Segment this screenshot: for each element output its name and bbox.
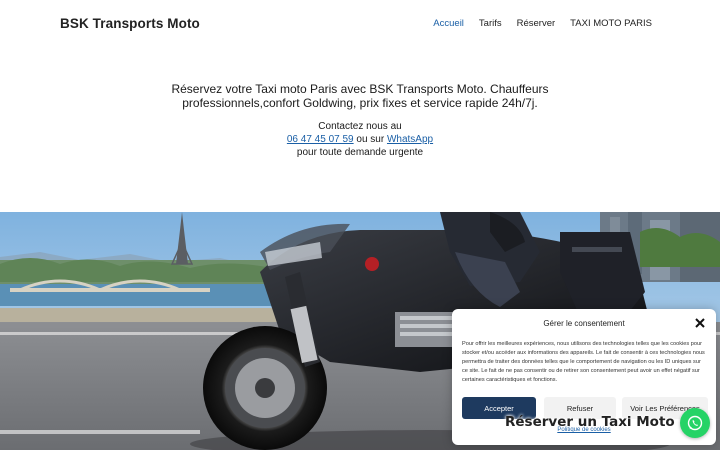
nav-taxi-moto-paris[interactable]: TAXI MOTO PARIS [570,18,652,29]
reserve-taxi-banner[interactable]: Réserver un Taxi Moto [505,414,675,430]
nav-tarifs[interactable]: Tarifs [479,18,502,29]
site-header: BSK Transports Moto Accueil Tarifs Réser… [0,0,720,50]
intro-lead: Réservez votre Taxi moto Paris avec BSK … [171,82,549,110]
nav-accueil[interactable]: Accueil [433,18,464,29]
intro-section: Réservez votre Taxi moto Paris avec BSK … [0,82,720,159]
nav-reserver[interactable]: Réserver [517,18,556,29]
contact-block: Contactez nous au 06 47 45 07 59 ou sur … [0,120,720,159]
whatsapp-link[interactable]: WhatsApp [387,134,433,145]
or-text: ou sur [356,134,385,145]
close-icon[interactable] [694,317,706,329]
contact-line-3: pour toute demande urgente [296,147,424,158]
site-title[interactable]: BSK Transports Moto [60,16,200,31]
whatsapp-icon [687,415,703,431]
contact-line-1: Contactez nous au [318,121,402,132]
main-nav: Accueil Tarifs Réserver TAXI MOTO PARIS [433,18,652,29]
cookie-text: Pour offrir les meilleures expériences, … [462,341,705,383]
whatsapp-button[interactable] [680,408,710,438]
contact-line-2: 06 47 45 07 59 ou sur WhatsApp [0,133,720,146]
cookie-title: Gérer le consentement [543,319,625,328]
phone-link[interactable]: 06 47 45 07 59 [287,134,354,145]
